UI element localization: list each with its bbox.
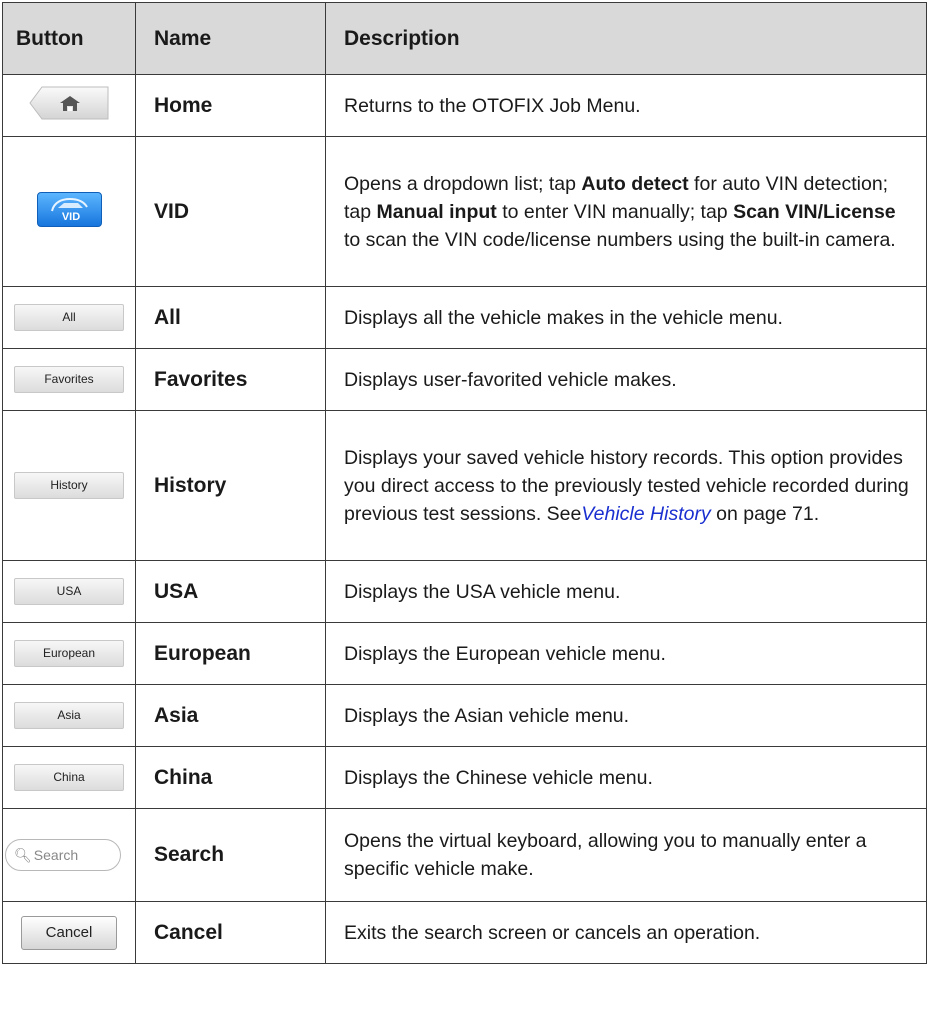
vid-car-icon: VID (50, 197, 88, 223)
cancel-button[interactable]: Cancel (21, 915, 117, 950)
search-icon: 🔍︎ (14, 847, 32, 863)
button-cell: 🔍︎ Search (2, 808, 136, 902)
row-description: Displays your saved vehicle history reco… (325, 410, 927, 561)
row-description: Displays the USA vehicle menu. (325, 560, 927, 623)
header-description: Description (325, 2, 927, 75)
row-description: Displays user-favorited vehicle makes. (325, 348, 927, 411)
button-cell: China (2, 746, 136, 809)
vid-button[interactable]: VID (36, 191, 102, 227)
header-button: Button (2, 2, 136, 75)
row-name: Favorites (135, 348, 326, 411)
button-cell: European (2, 622, 136, 685)
table-row: All All Displays all the vehicle makes i… (2, 286, 927, 349)
button-cell: History (2, 410, 136, 561)
row-name: Search (135, 808, 326, 902)
row-description: Opens the virtual keyboard, allowing you… (325, 808, 927, 902)
row-description: Exits the search screen or cancels an op… (325, 901, 927, 964)
row-description: Opens a dropdown list; tap Auto detect f… (325, 136, 927, 287)
row-name: Asia (135, 684, 326, 747)
row-name: Cancel (135, 901, 326, 964)
vehicle-history-link[interactable]: Vehicle History (581, 503, 710, 525)
row-name: China (135, 746, 326, 809)
table-row: VID VID Opens a dropdown list; tap Auto … (2, 136, 927, 287)
svg-text:VID: VID (61, 211, 79, 223)
table-row: USA USA Displays the USA vehicle menu. (2, 560, 927, 623)
history-button[interactable]: History (14, 472, 124, 499)
header-name: Name (135, 2, 326, 75)
row-name: USA (135, 560, 326, 623)
button-cell: Cancel (2, 901, 136, 964)
home-button[interactable] (28, 86, 110, 120)
row-description: Displays all the vehicle makes in the ve… (325, 286, 927, 349)
table-header-row: Button Name Description (2, 2, 927, 75)
table-row: European European Displays the European … (2, 622, 927, 685)
table-row: Home Returns to the OTOFIX Job Menu. (2, 74, 927, 137)
button-cell: All (2, 286, 136, 349)
usa-button[interactable]: USA (14, 578, 124, 605)
table-row: History History Displays your saved vehi… (2, 410, 927, 561)
button-cell (2, 74, 136, 137)
search-input[interactable]: 🔍︎ Search (5, 839, 121, 871)
button-cell: Favorites (2, 348, 136, 411)
table-row: China China Displays the Chinese vehicle… (2, 746, 927, 809)
table-row: Cancel Cancel Exits the search screen or… (2, 901, 927, 964)
row-name: History (135, 410, 326, 561)
row-name: VID (135, 136, 326, 287)
button-reference-table: Button Name Description Home Returns to … (2, 2, 927, 964)
row-description: Returns to the OTOFIX Job Menu. (325, 74, 927, 137)
china-button[interactable]: China (14, 764, 124, 791)
table-row: Asia Asia Displays the Asian vehicle men… (2, 684, 927, 747)
row-name: Home (135, 74, 326, 137)
european-button[interactable]: European (14, 640, 124, 667)
row-description: Displays the Chinese vehicle menu. (325, 746, 927, 809)
table-row: 🔍︎ Search Search Opens the virtual keyboa… (2, 808, 927, 902)
button-cell: Asia (2, 684, 136, 747)
row-name: All (135, 286, 326, 349)
button-cell: USA (2, 560, 136, 623)
table-row: Favorites Favorites Displays user-favori… (2, 348, 927, 411)
home-icon (29, 86, 109, 120)
all-button[interactable]: All (14, 304, 124, 331)
button-cell: VID (2, 136, 136, 287)
row-name: European (135, 622, 326, 685)
asia-button[interactable]: Asia (14, 702, 124, 729)
row-description: Displays the Asian vehicle menu. (325, 684, 927, 747)
row-description: Displays the European vehicle menu. (325, 622, 927, 685)
favorites-button[interactable]: Favorites (14, 366, 124, 393)
